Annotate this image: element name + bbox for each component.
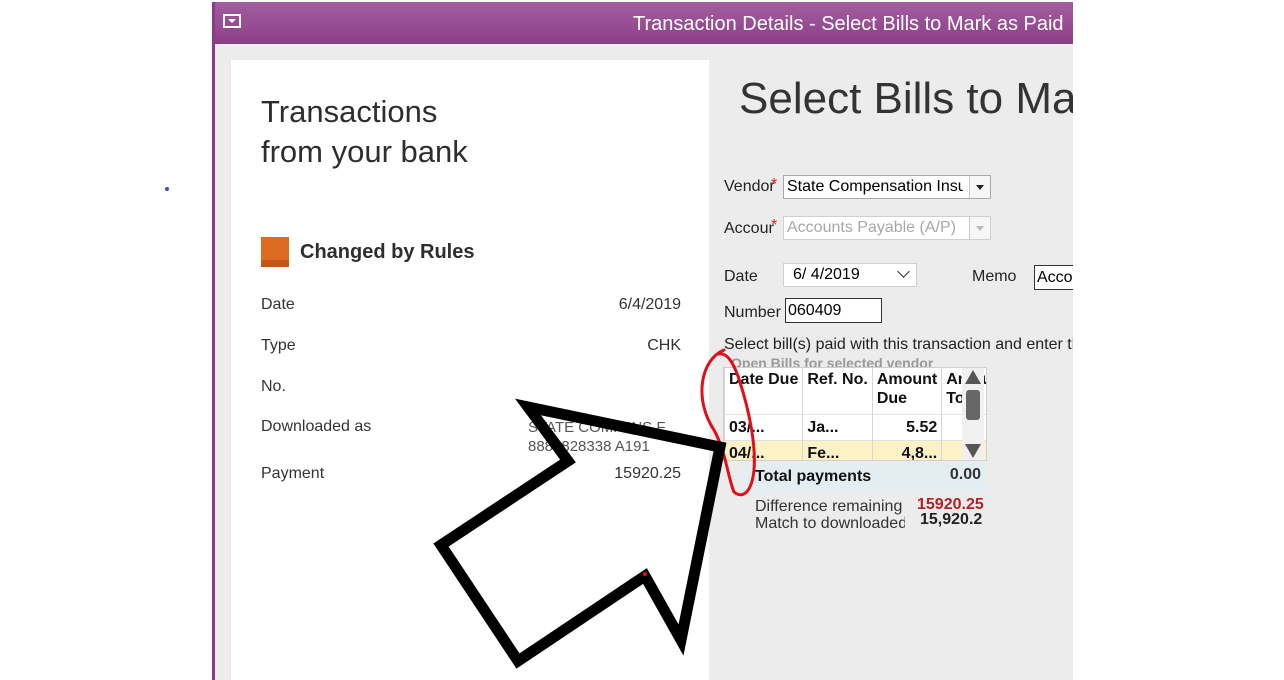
table-row[interactable]: 04/... Fe... 4,8... — [724, 440, 986, 460]
row-date-due[interactable]: 03/... — [724, 414, 804, 441]
vendor-label-text: Vendor — [724, 178, 775, 195]
payment-value: 15920.25 — [614, 465, 681, 482]
match-downloaded-label: Match to downloaded amount — [755, 515, 905, 532]
scroll-up-icon[interactable] — [965, 370, 981, 384]
bank-transaction-panel: Transactions from your bank Changed by R… — [231, 60, 709, 680]
memo-input[interactable]: Account — [1034, 265, 1073, 290]
window-menu-icon[interactable] — [223, 14, 241, 28]
table-row[interactable]: 03/... Ja... 5.52 — [724, 414, 986, 441]
total-payments-value: 0.00 — [949, 466, 981, 483]
row-select-cell[interactable] — [724, 440, 725, 460]
rule-status-icon — [261, 237, 289, 267]
account-select-value: Accounts Payable (A/P) — [787, 219, 956, 236]
match-downloaded-value: 15,920.2 — [920, 511, 983, 528]
row-amount-due[interactable]: 5.52 — [872, 414, 943, 441]
row-ref-no[interactable]: Fe... — [802, 440, 873, 460]
account-dropdown-icon[interactable] — [969, 217, 990, 239]
number-label: Number — [724, 304, 781, 321]
col-date-due[interactable]: Date Due — [724, 368, 804, 415]
account-label-text: Account — [724, 220, 774, 237]
instruction-text: Select bill(s) paid with this transactio… — [724, 336, 1073, 353]
downloaded-line1: STATE COMP INS F — [528, 419, 666, 436]
vendor-select-value: State Compensation Insurance Fund — [787, 178, 963, 195]
scroll-down-icon[interactable] — [965, 444, 981, 458]
number-input[interactable]: 060409 — [785, 298, 882, 323]
no-label: No. — [261, 378, 286, 395]
col-ref-no[interactable]: Ref. No. — [802, 368, 873, 415]
account-label: Account — [724, 220, 774, 238]
chevron-down-icon[interactable] — [897, 265, 910, 278]
rule-status-label: Changed by Rules — [300, 241, 475, 263]
bank-title-line1: Transactions — [261, 94, 438, 129]
memo-label: Memo — [972, 268, 1017, 285]
window-title: Transaction Details - Select Bills to Ma… — [633, 13, 1064, 35]
date-picker-value: 6/ 4/2019 — [793, 266, 860, 283]
downloaded-line2: 8884828338 A191 — [528, 438, 650, 455]
type-value: CHK — [647, 337, 681, 354]
total-payments-label: Total payments — [755, 468, 872, 485]
bank-title-line2: from your bank — [261, 134, 468, 169]
row-amount-due[interactable]: 4,8... — [872, 440, 943, 460]
downloaded-value: STATE COMP INS F 8884828338 A191 — [528, 418, 666, 456]
downloaded-label: Downloaded as — [261, 418, 372, 435]
col-amount-due[interactable]: Amount Due — [872, 368, 943, 415]
vendor-required-mark: * — [771, 176, 778, 193]
grid-scrollbar[interactable] — [962, 368, 984, 460]
type-label: Type — [261, 337, 296, 354]
date-picker[interactable]: 6/ 4/2019 — [783, 263, 917, 287]
transaction-details-window: Transaction Details - Select Bills to Ma… — [212, 2, 1073, 680]
page-heading: Select Bills to Mark as Paid — [739, 74, 1073, 123]
stray-dot — [165, 187, 169, 191]
difference-remaining-label: Difference remaining — [755, 498, 903, 515]
form-date-label: Date — [724, 268, 758, 285]
date-value: 6/4/2019 — [618, 296, 681, 313]
row-date-due[interactable]: 04/... — [724, 440, 804, 460]
scroll-thumb[interactable] — [966, 390, 980, 420]
total-payments-bar: Total payments 0.00 — [743, 462, 987, 492]
open-bills-table: Date Due Ref. No. Amount Due Amount To 0… — [724, 368, 986, 460]
account-required-mark: * — [771, 217, 778, 234]
grid-header-row: Date Due Ref. No. Amount Due Amount To — [724, 368, 986, 415]
title-bar: Transaction Details - Select Bills to Ma… — [215, 2, 1073, 44]
bill-selection-panel: Select Bills to Mark as Paid Vendor * St… — [709, 44, 1073, 680]
row-ref-no[interactable]: Ja... — [802, 414, 873, 441]
payment-label: Payment — [261, 465, 325, 482]
bank-panel-title: Transactions from your bank — [261, 92, 561, 172]
vendor-select[interactable]: State Compensation Insurance Fund — [783, 175, 991, 199]
open-bills-grid: Date Due Ref. No. Amount Due Amount To 0… — [723, 367, 987, 461]
account-select[interactable]: Accounts Payable (A/P) — [783, 216, 991, 240]
vendor-dropdown-icon[interactable] — [969, 176, 990, 198]
date-label: Date — [261, 296, 295, 313]
